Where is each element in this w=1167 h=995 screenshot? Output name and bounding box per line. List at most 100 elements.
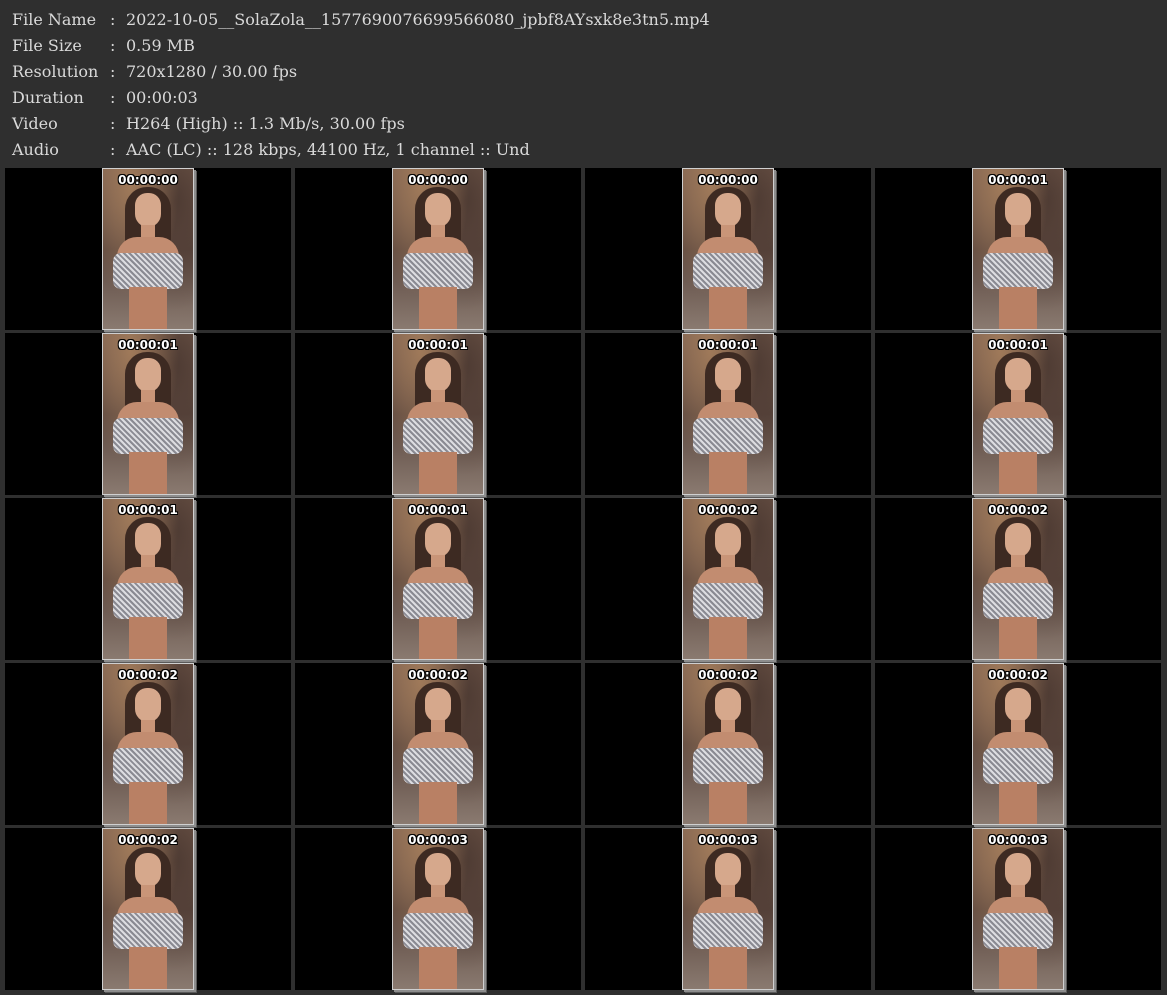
info-separator: :	[110, 62, 116, 81]
info-label: Audio	[12, 140, 59, 159]
thumbnail-cell: 00:00:00	[295, 168, 581, 330]
thumbnail-frame: 00:00:01	[972, 168, 1064, 330]
thumbnail-frame: 00:00:02	[972, 663, 1064, 825]
thumbnail-timestamp: 00:00:01	[118, 338, 178, 352]
thumbnail-timestamp: 00:00:03	[988, 833, 1048, 847]
frame-belly	[129, 452, 167, 494]
info-value: 720x1280 / 30.00 fps	[126, 62, 298, 81]
thumbnail-frame: 00:00:02	[682, 663, 774, 825]
frame-face	[715, 193, 741, 227]
frame-belly	[999, 947, 1037, 989]
thumbnail-frame: 00:00:03	[392, 828, 484, 990]
info-value: 0.59 MB	[126, 36, 195, 55]
frame-face	[1005, 358, 1031, 392]
info-row-duration: Duration:00:00:03	[12, 85, 198, 111]
thumbnail-cell: 00:00:02	[5, 828, 291, 990]
thumbnail-cell: 00:00:01	[875, 168, 1161, 330]
thumbnail-cell: 00:00:02	[585, 498, 871, 660]
frame-belly	[999, 452, 1037, 494]
frame-face	[425, 523, 451, 557]
thumbnail-timestamp: 00:00:02	[698, 668, 758, 682]
thumbnail-timestamp: 00:00:01	[408, 503, 468, 517]
frame-face	[1005, 523, 1031, 557]
frame-belly	[129, 617, 167, 659]
thumbnail-timestamp: 00:00:02	[118, 668, 178, 682]
thumbnail-frame: 00:00:02	[102, 828, 194, 990]
frame-top	[113, 748, 183, 784]
frame-belly	[419, 287, 457, 329]
thumbnail-frame: 00:00:02	[102, 663, 194, 825]
info-row-file-name: File Name:2022-10-05__SolaZola__15776900…	[12, 7, 710, 33]
frame-top	[983, 748, 1053, 784]
info-value: 00:00:03	[126, 88, 198, 107]
frame-face	[715, 358, 741, 392]
frame-top	[403, 253, 473, 289]
thumbnail-cell: 00:00:01	[295, 498, 581, 660]
thumbnail-timestamp: 00:00:03	[698, 833, 758, 847]
thumbnail-cell: 00:00:01	[585, 333, 871, 495]
frame-top	[693, 583, 763, 619]
thumbnail-cell: 00:00:03	[295, 828, 581, 990]
thumbnail-frame: 00:00:00	[392, 168, 484, 330]
thumbnail-cell: 00:00:02	[5, 663, 291, 825]
frame-belly	[709, 947, 747, 989]
frame-top	[113, 253, 183, 289]
thumbnail-cell: 00:00:02	[875, 498, 1161, 660]
frame-top	[113, 418, 183, 454]
thumbnail-cell: 00:00:02	[295, 663, 581, 825]
frame-face	[715, 523, 741, 557]
info-separator: :	[110, 10, 116, 29]
frame-face	[425, 358, 451, 392]
thumbnail-frame: 00:00:02	[682, 498, 774, 660]
info-value: H264 (High) :: 1.3 Mb/s, 30.00 fps	[126, 114, 405, 133]
frame-belly	[709, 452, 747, 494]
frame-face	[1005, 853, 1031, 887]
frame-belly	[419, 452, 457, 494]
thumbnail-frame: 00:00:01	[102, 498, 194, 660]
frame-top	[403, 418, 473, 454]
frame-face	[135, 358, 161, 392]
frame-face	[135, 193, 161, 227]
thumbnail-timestamp: 00:00:03	[408, 833, 468, 847]
frame-belly	[129, 287, 167, 329]
thumbnail-cell: 00:00:02	[875, 663, 1161, 825]
info-separator: :	[110, 88, 116, 107]
frame-top	[983, 583, 1053, 619]
thumbnail-cell: 00:00:03	[875, 828, 1161, 990]
frame-top	[403, 583, 473, 619]
frame-face	[425, 688, 451, 722]
frame-face	[135, 688, 161, 722]
frame-top	[693, 253, 763, 289]
thumbnail-frame: 00:00:03	[682, 828, 774, 990]
thumbnail-timestamp: 00:00:02	[988, 668, 1048, 682]
frame-top	[983, 913, 1053, 949]
frame-face	[135, 523, 161, 557]
frame-belly	[129, 947, 167, 989]
thumbnail-cell: 00:00:01	[5, 498, 291, 660]
media-info-header: File Name:2022-10-05__SolaZola__15776900…	[0, 0, 1167, 166]
thumbnail-timestamp: 00:00:02	[698, 503, 758, 517]
info-label: File Name	[12, 10, 97, 29]
info-value: 2022-10-05__SolaZola__157769007669956608…	[126, 10, 710, 29]
thumbnail-cell: 00:00:00	[5, 168, 291, 330]
frame-belly	[419, 947, 457, 989]
frame-face	[1005, 193, 1031, 227]
thumbnail-cell: 00:00:01	[5, 333, 291, 495]
frame-belly	[129, 782, 167, 824]
info-row-resolution: Resolution:720x1280 / 30.00 fps	[12, 59, 297, 85]
frame-belly	[999, 782, 1037, 824]
frame-top	[113, 583, 183, 619]
thumbnail-frame: 00:00:01	[392, 498, 484, 660]
thumbnail-cell: 00:00:02	[585, 663, 871, 825]
thumbnail-cell: 00:00:01	[875, 333, 1161, 495]
frame-top	[983, 418, 1053, 454]
thumbnail-timestamp: 00:00:02	[118, 833, 178, 847]
thumbnail-timestamp: 00:00:01	[988, 338, 1048, 352]
frame-top	[693, 418, 763, 454]
frame-belly	[709, 287, 747, 329]
thumbnail-frame: 00:00:01	[682, 333, 774, 495]
info-separator: :	[110, 114, 116, 133]
frame-face	[425, 853, 451, 887]
info-value: AAC (LC) :: 128 kbps, 44100 Hz, 1 channe…	[126, 140, 530, 159]
info-row-audio: Audio: AAC (LC) :: 128 kbps, 44100 Hz, 1 …	[12, 137, 530, 163]
